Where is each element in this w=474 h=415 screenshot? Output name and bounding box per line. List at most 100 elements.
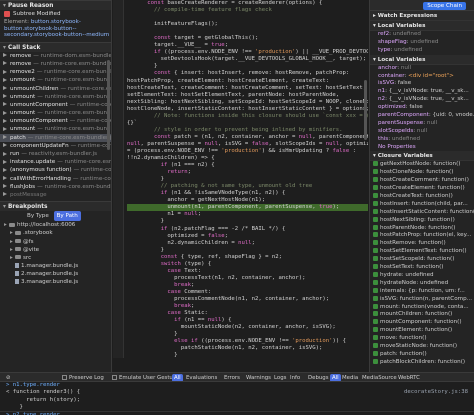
closure-variable-row[interactable]: hostCreateText: function() [370, 193, 474, 201]
editor-scrollbar[interactable] [364, 80, 367, 140]
filter-all[interactable]: All [172, 374, 183, 381]
filter-webrtc[interactable]: WebRTC [398, 373, 420, 381]
code-line[interactable]: target.__VUE__ = true; [127, 42, 368, 49]
variable-row[interactable]: anchor: null [370, 65, 474, 73]
filter-info[interactable]: Info [290, 373, 300, 381]
code-line[interactable] [127, 28, 368, 35]
call-stack-frame[interactable]: patch — runtime-core.esm-bundler.js [0, 133, 111, 142]
call-stack-frame[interactable]: unmount— runtime-core.esm-bundler.js [0, 125, 111, 133]
code-line[interactable]: !!n2.dynamicChildren) => { [127, 155, 368, 162]
closure-variable-row[interactable]: hostCreateComment: function() [370, 177, 474, 185]
closure-variable-row[interactable]: hydrate: undefined [370, 271, 474, 280]
code-line[interactable]: = (process.env.NODE_ENV !== 'production'… [127, 148, 368, 155]
code-line[interactable]: hostPatchProp, createElement: hostCreate… [127, 78, 368, 85]
breakpoint-tree-item[interactable]: 1.manager.bundle.js [0, 262, 111, 270]
local-variables-header[interactable]: ▾ Local Variables [370, 21, 474, 31]
code-line[interactable]: optimized = false; [127, 233, 368, 240]
code-line[interactable]: } [127, 331, 368, 338]
breakpoint-tree-item[interactable]: 2.manager.bundle.js [0, 270, 111, 278]
pause-reason-header[interactable]: ▾ Pause Reason [0, 0, 111, 10]
code-line[interactable]: const target = getGlobalThis(); [127, 35, 368, 42]
tab-by-path[interactable]: By Path [53, 211, 81, 222]
closure-variable-row[interactable]: patch: function() [370, 350, 474, 359]
code-line[interactable]: unmount(n1, parentComponent, parentSuspe… [127, 204, 368, 212]
checkbox-icon[interactable] [62, 375, 67, 380]
closure-variable-row[interactable]: mount: function(vnode, conta... [370, 303, 474, 312]
filter-media[interactable]: Media [342, 373, 358, 381]
code-line[interactable]: break; [127, 282, 368, 289]
call-stack-header[interactable]: ▾ Call Stack [0, 41, 111, 52]
variable-row[interactable]: optimized: false [370, 104, 474, 112]
breakpoint-tree-item[interactable]: ▸ .storybook [0, 229, 111, 237]
closure-variable-row[interactable]: hostPatchProp: function(el, key... [370, 232, 474, 240]
closure-variable-row[interactable]: hostInsertStaticContent: function() [370, 208, 474, 217]
closure-variable-row[interactable]: mountElement: function() [370, 327, 474, 335]
code-line[interactable]: if (n1 && !isSameVNodeType(n1, n2)) { [127, 190, 368, 197]
code-line[interactable]: } [127, 247, 368, 254]
call-stack-frame[interactable]: (anonymous function)— runtime-core.esm-b… [0, 166, 111, 174]
code-line[interactable]: } [127, 176, 368, 183]
variable-row[interactable]: parentComponent: {uid: 0, vnode... [370, 112, 474, 120]
call-stack-frame[interactable]: unmount— runtime-core.esm-bundler.js [0, 93, 111, 101]
closure-variable-row[interactable]: hostSetScopeId: function() [370, 256, 474, 264]
code-line[interactable]: hostCloneNode, insertStaticContent: host… [127, 106, 368, 113]
code-line[interactable]: nextSibling: hostNextSibling, setScopeId… [127, 99, 368, 106]
variable-row[interactable]: isSVG: false [370, 80, 474, 88]
code-line[interactable]: case Comment: [127, 289, 368, 296]
variable-row[interactable]: No Properties [370, 144, 474, 152]
variable-row[interactable]: parentSuspense: null [370, 120, 474, 128]
code-line[interactable] [127, 14, 368, 21]
code-line[interactable]: processText(n1, n2, container, anchor); [127, 275, 368, 282]
variable-row[interactable]: slotScopeIds: null [370, 128, 474, 136]
closure-variable-row[interactable]: hostCreateElement: function() [370, 185, 474, 193]
code-line[interactable]: } [127, 63, 368, 70]
code-line[interactable]: if (n1 === n2) { [127, 162, 368, 169]
code-line[interactable]: case Static: [127, 310, 368, 317]
code-line[interactable]: {}` [127, 120, 368, 127]
code-line[interactable]: case Text: [127, 268, 368, 275]
filter-warnings[interactable]: Warnings [246, 373, 271, 381]
closure-variable-row[interactable]: moveStaticNode: function() [370, 342, 474, 351]
filter-evaluations[interactable]: Evaluations [186, 373, 217, 381]
call-stack-frame[interactable]: componentUpdateFn— runtime-core.esm-bund… [0, 142, 111, 150]
call-stack-frame[interactable]: unmount— runtime-core.esm-bundler.js [0, 109, 111, 117]
breakpoint-tree-item[interactable]: ▸ @vite [0, 246, 111, 254]
code-line[interactable]: // patching & not same type, unmount old… [127, 183, 368, 190]
call-stack-frame[interactable]: unmount— runtime-core.esm-bundler.js [0, 76, 111, 84]
code-line[interactable]: n1 = null; [127, 211, 368, 218]
closure-variable-row[interactable]: hostInsert: function(child, par... [370, 200, 474, 209]
filter-debugs[interactable]: Debugs [308, 373, 329, 381]
call-stack-frame[interactable]: postMessage [0, 191, 111, 199]
call-stack-frame[interactable]: flushJobs— runtime-core.esm-bundler.js [0, 183, 111, 191]
variable-row[interactable]: type: undefined [370, 47, 474, 55]
breakpoint-tree-item[interactable]: ▸ src [0, 254, 111, 262]
closure-variable-row[interactable]: hostRemove: function() [370, 240, 474, 248]
code-line[interactable]: if ((process.env.NODE_ENV !== 'productio… [127, 49, 368, 56]
breakpoint-tree-item[interactable]: 3.manager.bundle.js [0, 278, 111, 286]
code-line[interactable]: if (n2.patchFlag === -2 /* BAIL */) { [127, 226, 368, 233]
variable-row[interactable]: this: undefined [370, 136, 474, 144]
variable-row[interactable]: n1: {__v_isVNode: true, __v_sk... [370, 88, 474, 96]
code-line[interactable]: n2.dynamicChildren = null; [127, 240, 368, 247]
code-line[interactable]: // Note: functions inside this closure s… [127, 113, 368, 120]
code-line[interactable]: mountStaticNode(n2, container, anchor, i… [127, 324, 368, 331]
closure-variable-row[interactable]: isSVG: function(n, parentComp... [370, 295, 474, 304]
code-line[interactable]: // style in order to prevent being inlin… [127, 127, 368, 134]
console-source-link[interactable]: decorateStory.js:38 [404, 389, 468, 396]
call-stack-frame[interactable]: remove — runtime-core.esm-bundler.js [0, 60, 111, 68]
call-stack-frame[interactable]: callWithErrorHandling— runtime-core.esm-… [0, 175, 111, 183]
call-stack-frame[interactable]: unmountComponent— runtime-core.esm-bundl… [0, 101, 111, 109]
closure-variable-row[interactable]: hydrateNode: undefined [370, 279, 474, 288]
local-variables-header-2[interactable]: ▾ Local Variables [370, 54, 474, 65]
code-line[interactable]: } [127, 352, 368, 358]
console-output[interactable]: > n1.type.render < function render3() {de… [0, 382, 474, 415]
variable-row[interactable]: shapeFlag: undefined [370, 39, 474, 47]
filter-preserve-log[interactable]: Preserve Log [62, 373, 104, 381]
filter-logs[interactable]: Logs [274, 373, 286, 381]
code-view[interactable]: const baseCreateRenderer = createRendere… [127, 0, 368, 358]
closure-variable-row[interactable]: mountChildren: function() [370, 311, 474, 319]
tab-by-type[interactable]: By Type [24, 211, 52, 221]
filter-emulate-user-gesture[interactable]: Emulate User Gesture [112, 373, 178, 381]
call-stack-frame[interactable]: run — reactivity.esm-bundler.js [0, 150, 111, 158]
filter-all[interactable]: All [330, 374, 341, 381]
